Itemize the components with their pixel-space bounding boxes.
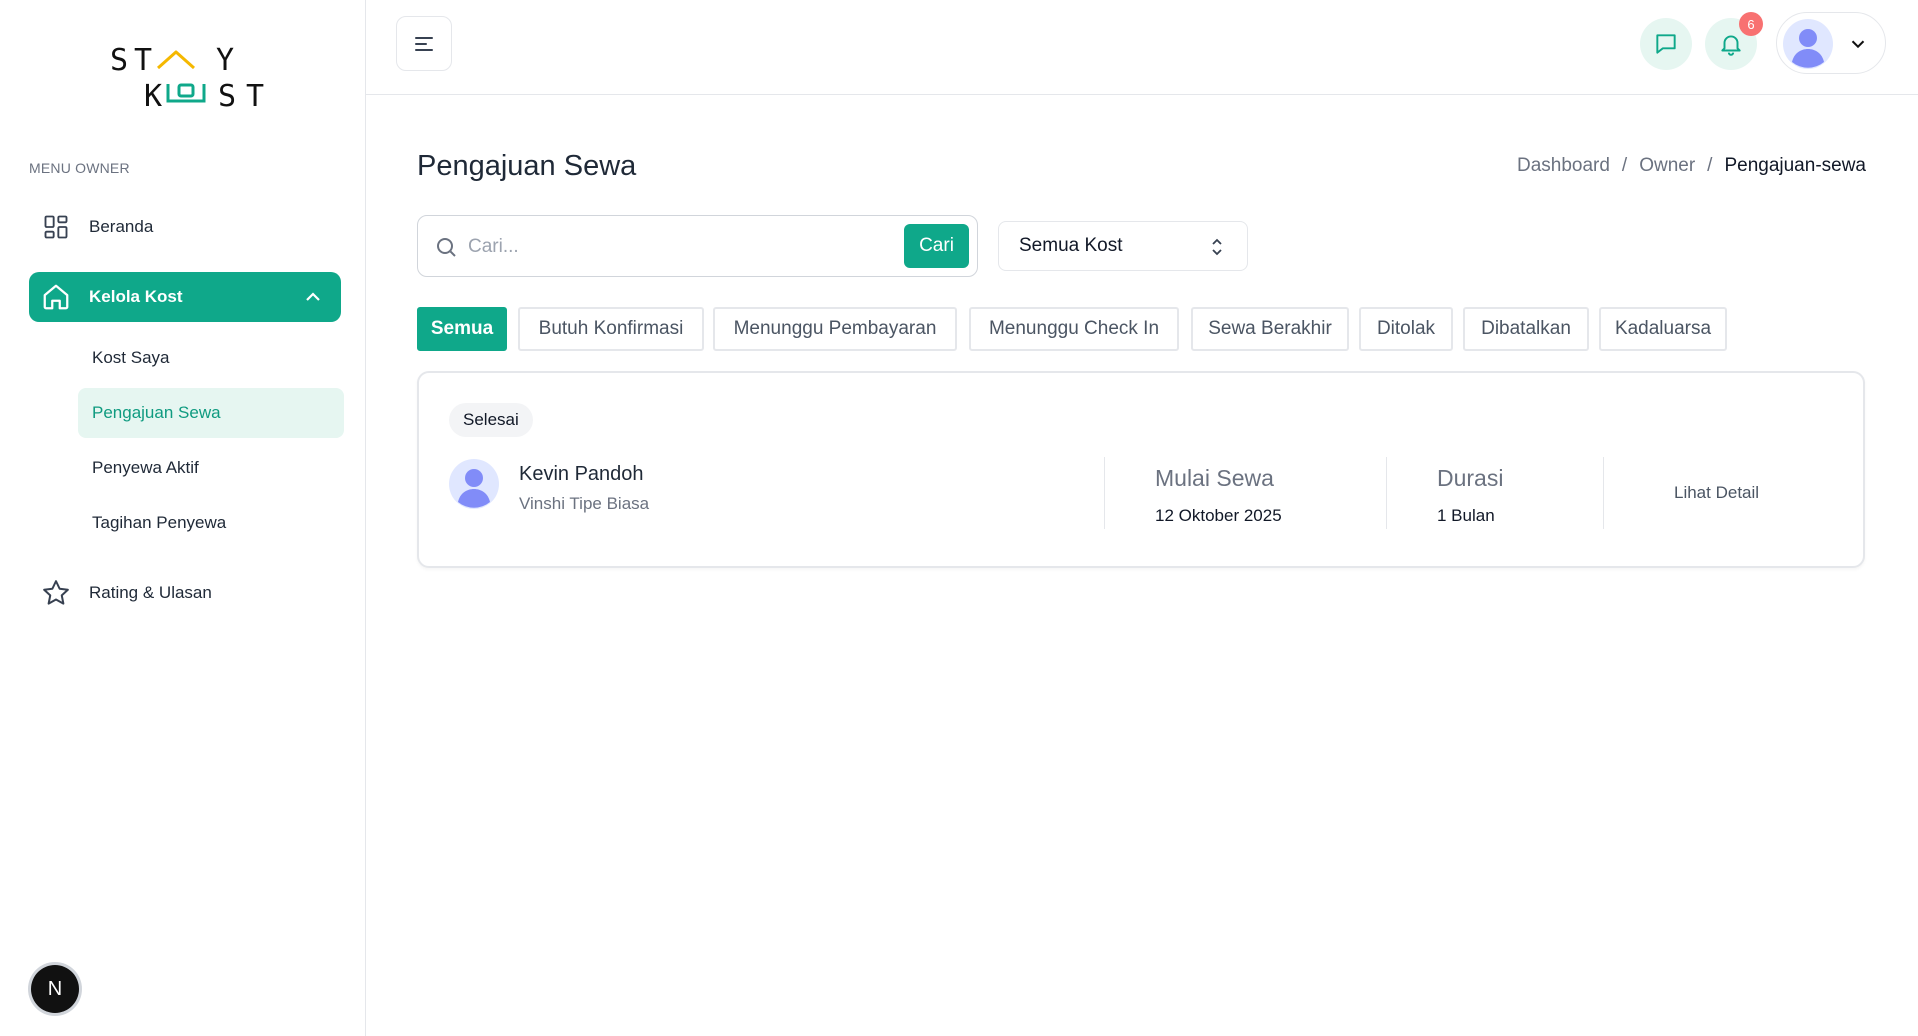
dashboard-grid-icon [39,210,73,244]
chat-button[interactable] [1640,18,1692,70]
breadcrumb-current: Pengajuan-sewa [1724,155,1866,176]
tab-menunggu-pembayaran[interactable]: Menunggu Pembayaran [713,307,957,351]
menu-toggle-button[interactable] [396,16,452,71]
notification-button[interactable]: 6 [1705,12,1763,70]
search-button[interactable]: Cari [904,224,969,268]
tab-menunggu-check-in[interactable]: Menunggu Check In [969,307,1179,351]
breadcrumb-separator: / [1621,155,1628,176]
duration-label: Durasi [1437,465,1504,491]
divider [1603,457,1604,529]
divider [1386,457,1387,529]
profile-menu[interactable] [1776,12,1886,74]
svg-text:Y: Y [216,43,234,78]
duration-value: 1 Bulan [1437,506,1495,525]
tab-semua[interactable]: Semua [417,307,507,351]
sidebar-item-beranda[interactable]: Beranda [29,202,341,252]
sidebar-item-kelola-kost[interactable]: Kelola Kost [29,272,341,322]
chat-icon [1656,34,1676,54]
tab-butuh-konfirmasi[interactable]: Butuh Konfirmasi [518,307,704,351]
start-date-label: Mulai Sewa [1155,465,1274,491]
breadcrumb-dashboard[interactable]: Dashboard [1517,155,1610,177]
sidebar-item-label: Rating & Ulasan [89,583,212,602]
svg-text:S: S [218,79,236,110]
svg-text:K: K [144,79,162,110]
sidebar-item-label: Beranda [89,217,154,236]
avatar [1783,19,1833,69]
staykost-logo[interactable]: S T Y K S T [108,40,278,110]
chevron-up-down-icon [1212,238,1222,256]
tenant-name: Kevin Pandoh [519,463,644,485]
rental-request-card: Selesai Kevin Pandoh Vinshi Tipe Biasa M… [417,371,1865,568]
chevron-down-icon [1851,40,1865,49]
search-input[interactable] [468,230,848,264]
bell-icon [1721,35,1741,56]
tab-sewa-berakhir[interactable]: Sewa Berakhir [1191,307,1349,351]
divider [1104,457,1105,529]
svg-text:T: T [134,43,152,78]
tenant-avatar [449,459,499,509]
sidebar-subitem-kost-saya[interactable]: Kost Saya [78,333,344,383]
tab-kadaluarsa[interactable]: Kadaluarsa [1599,307,1727,351]
page-title: Pengajuan Sewa [417,150,637,182]
sidebar-item-rating-ulasan[interactable]: Rating & Ulasan [29,568,341,618]
search-icon [437,238,456,257]
kost-filter-select[interactable]: Semua Kost [998,221,1248,271]
home-icon [39,280,73,314]
breadcrumb-owner[interactable]: Owner [1639,155,1695,177]
breadcrumb: Dashboard / Owner / Pengajuan-sewa [1517,155,1866,177]
sidebar-subitem-penyewa-aktif[interactable]: Penyewa Aktif [78,443,344,493]
topbar: 6 [366,0,1918,95]
sidebar-subitem-tagihan-penyewa[interactable]: Tagihan Penyewa [78,498,344,548]
svg-text:T: T [246,79,264,110]
breadcrumb-separator: / [1707,155,1713,176]
search-bar: Cari [417,215,978,277]
start-date-value: 12 Oktober 2025 [1155,506,1282,525]
tab-ditolak[interactable]: Ditolak [1359,307,1453,351]
star-icon [39,576,73,610]
hamburger-icon [415,36,433,51]
notification-count-badge: 6 [1739,12,1763,36]
tab-dibatalkan[interactable]: Dibatalkan [1463,307,1589,351]
sidebar-subitem-pengajuan-sewa[interactable]: Pengajuan Sewa [78,388,344,438]
kost-filter-value: Semua Kost [1019,235,1123,256]
dev-tools-badge[interactable]: N [31,965,79,1013]
sidebar: S T Y K S T MENU OWNER Beranda Kelola Ko… [4,0,366,1036]
svg-text:S: S [110,43,128,78]
sidebar-item-label: Kelola Kost [89,287,183,306]
menu-heading: MENU OWNER [29,160,130,176]
view-detail-link[interactable]: Lihat Detail [1674,483,1759,503]
chevron-up-icon[interactable] [301,285,325,309]
room-type: Vinshi Tipe Biasa [519,494,650,513]
status-badge: Selesai [449,403,533,437]
